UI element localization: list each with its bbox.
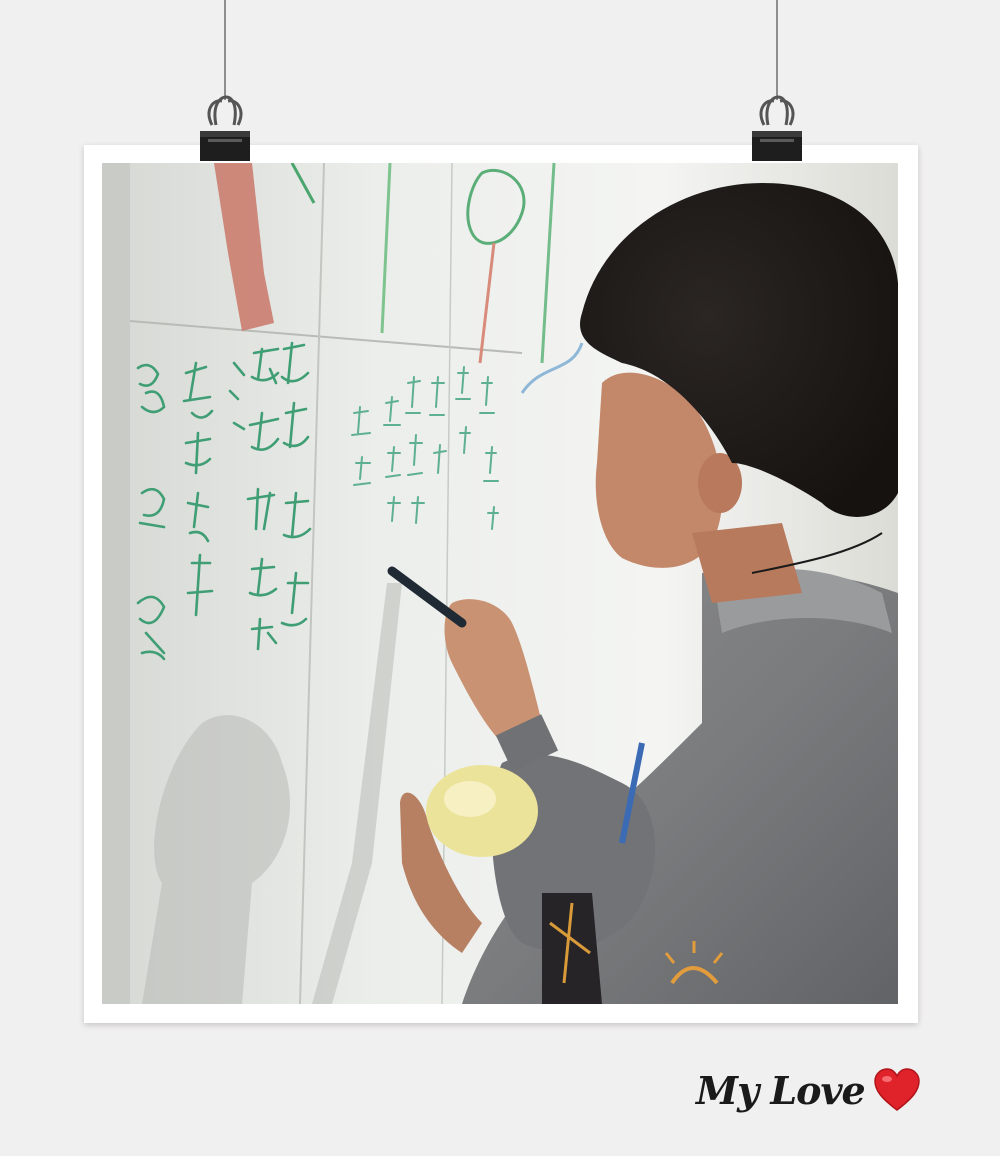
hanging-string-right xyxy=(776,0,778,100)
photo-illustration xyxy=(102,163,898,1004)
apple-highlight xyxy=(444,781,496,817)
caption: My Love xyxy=(696,1060,921,1120)
binder-clip-icon xyxy=(200,95,250,161)
binder-clip-right xyxy=(750,95,804,163)
heart-icon xyxy=(873,1068,920,1111)
hanging-string-left xyxy=(224,0,226,100)
caption-text: My Love xyxy=(696,1067,866,1113)
binder-clip-icon xyxy=(752,95,802,161)
photo xyxy=(102,163,898,1004)
binder-clip-left xyxy=(198,95,252,163)
wall-edge xyxy=(102,163,130,1004)
